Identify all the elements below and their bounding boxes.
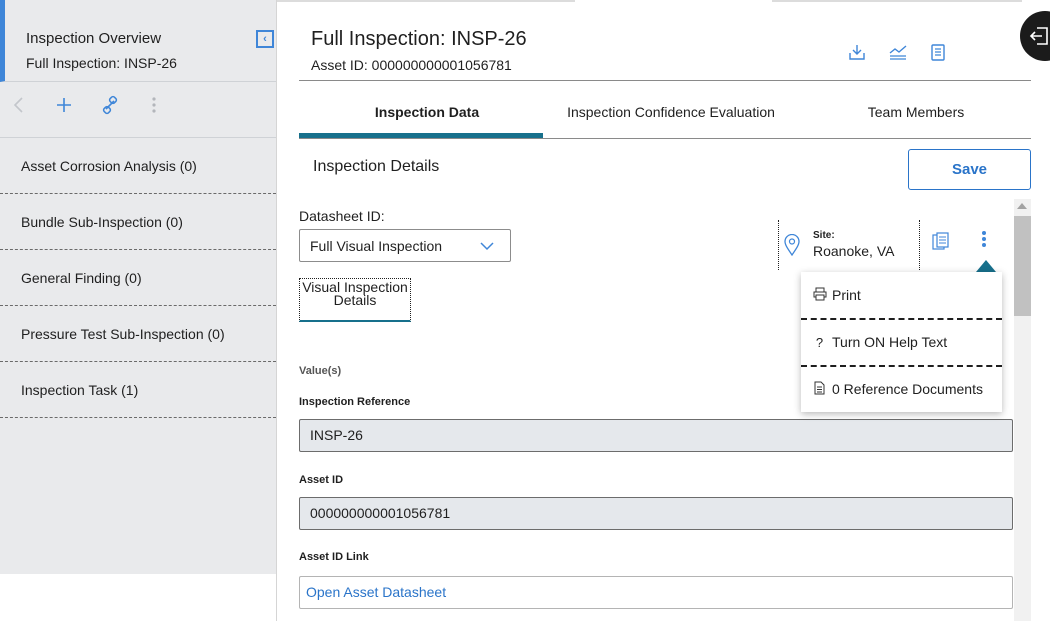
download-icon[interactable] [848, 43, 866, 61]
menu-item-label: Turn ON Help Text [832, 334, 948, 350]
clipboard-icon[interactable] [929, 43, 947, 61]
top-divider [772, 0, 1022, 2]
options-menu: Print ? Turn ON Help Text 0 Reference Do… [801, 272, 1002, 412]
menu-item-label: Print [832, 287, 861, 303]
list-item[interactable]: Bundle Sub-Inspection (0) [0, 194, 276, 250]
values-caption: Value(s) [299, 365, 342, 377]
asset-id-line: Asset ID: 000000000001056781 [311, 57, 512, 73]
scrollbar-thumb[interactable] [1014, 216, 1031, 316]
menu-caret [976, 260, 996, 272]
help-icon: ? [815, 334, 824, 350]
list-item[interactable]: General Finding (0) [0, 250, 276, 306]
exit-icon [1029, 27, 1048, 45]
documents-icon[interactable] [932, 232, 949, 250]
asset-id-label: Asset ID [299, 474, 344, 486]
site-divider [919, 220, 920, 270]
chart-trend-icon[interactable] [889, 43, 907, 61]
more-options-icon[interactable] [978, 229, 990, 249]
left-panel: Inspection Overview Full Inspection: INS… [0, 0, 277, 621]
section-title: Inspection Details [313, 158, 440, 175]
more-icon[interactable] [150, 95, 158, 119]
overview-title: Inspection Overview [26, 30, 162, 47]
print-icon [801, 287, 832, 304]
asset-id-link-label: Asset ID Link [299, 551, 369, 563]
list-item[interactable]: Pressure Test Sub-Inspection (0) [0, 306, 276, 362]
open-asset-datasheet-link[interactable]: Open Asset Datasheet [299, 576, 1013, 609]
site-divider [778, 220, 779, 270]
inspection-reference-field: INSP-26 [299, 419, 1013, 452]
site-label: Site: [813, 230, 835, 241]
scroll-up-icon[interactable] [1017, 203, 1027, 209]
datasheet-label: Datasheet ID: [299, 208, 385, 224]
collapse-left-icon[interactable]: ‹ [256, 30, 274, 48]
left-toolbar [0, 82, 276, 138]
top-divider [277, 0, 575, 2]
asset-id-field: 000000000001056781 [299, 497, 1013, 530]
subtab-label: Visual Inspection Details [302, 279, 408, 308]
list-item-label: Inspection Task (1) [21, 381, 139, 398]
related-list: Asset Corrosion Analysis (0) Bundle Sub-… [0, 138, 276, 574]
menu-item-help-text[interactable]: ? Turn ON Help Text [801, 319, 1002, 365]
site-value: Roanoke, VA [813, 243, 895, 259]
add-icon[interactable] [55, 95, 73, 119]
menu-item-reference-documents[interactable]: 0 Reference Documents [801, 366, 1002, 412]
page-title: Full Inspection: INSP-26 [311, 28, 527, 50]
overview-header[interactable]: Inspection Overview Full Inspection: INS… [0, 0, 276, 82]
inspection-reference-label: Inspection Reference [299, 396, 411, 408]
list-item-label: General Finding (0) [21, 269, 142, 286]
location-pin-icon [784, 233, 800, 257]
floating-assistant-button[interactable] [1020, 11, 1050, 61]
link-icon[interactable] [102, 95, 118, 119]
datasheet-select[interactable]: Full Visual Inspection [299, 229, 511, 262]
menu-item-print[interactable]: Print [801, 272, 1002, 318]
list-item[interactable]: Inspection Task (1) [0, 362, 276, 418]
back-icon[interactable] [12, 95, 26, 119]
overview-subtitle: Full Inspection: INSP-26 [26, 55, 177, 71]
tabs-divider [299, 138, 1031, 139]
menu-item-label: 0 Reference Documents [832, 381, 983, 397]
list-item-label: Bundle Sub-Inspection (0) [21, 213, 183, 230]
list-item-label: Pressure Test Sub-Inspection (0) [21, 325, 225, 342]
header-divider [299, 80, 1031, 81]
document-icon [801, 381, 832, 398]
list-item[interactable]: Asset Corrosion Analysis (0) [0, 138, 276, 194]
subtab-visual-inspection-details[interactable]: Visual Inspection Details [299, 278, 411, 322]
save-button[interactable]: Save [908, 149, 1031, 190]
datasheet-value: Full Visual Inspection [310, 238, 443, 254]
tab-confidence-evaluation[interactable]: Inspection Confidence Evaluation [543, 96, 799, 139]
chevron-down-icon [480, 239, 494, 253]
tab-team-members[interactable]: Team Members [788, 96, 1044, 139]
list-item-label: Asset Corrosion Analysis (0) [21, 157, 197, 174]
